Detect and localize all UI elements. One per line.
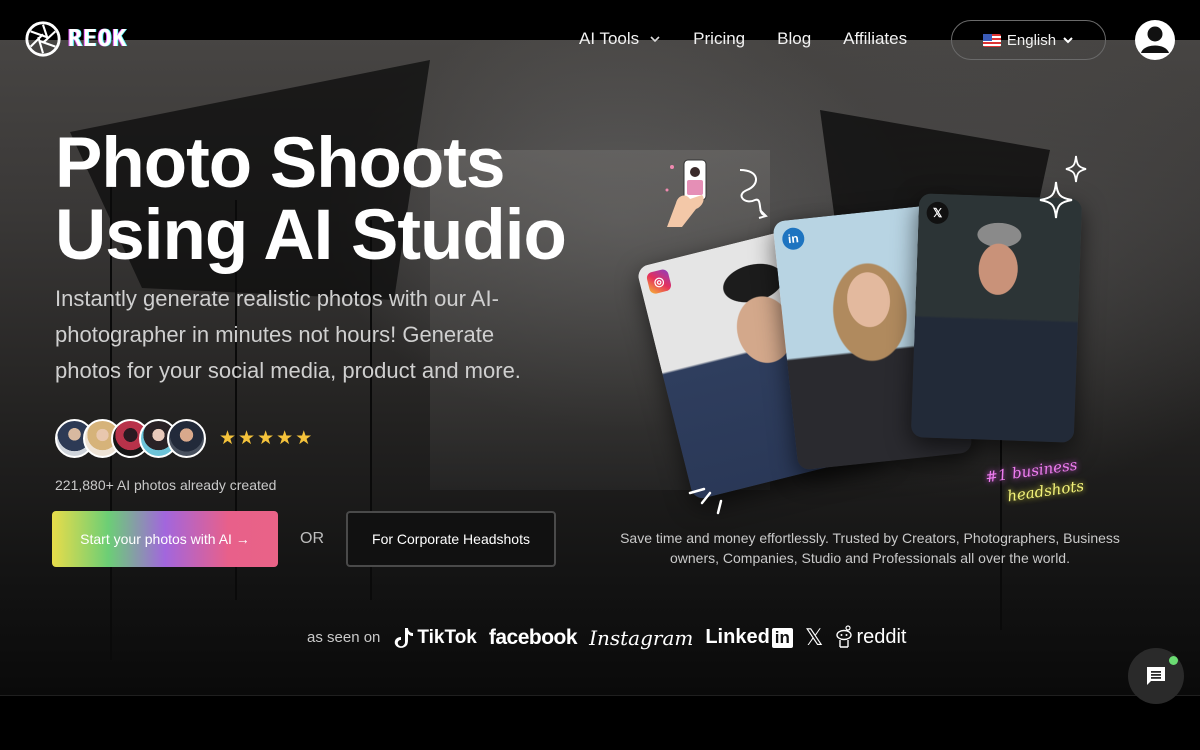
linkedin-logo: Linked in <box>705 626 793 649</box>
main-nav: AI Tools Pricing Blog Affiliates <box>579 29 939 49</box>
linkedin-in-box: in <box>771 627 793 648</box>
reddit-logo: reddit <box>835 624 907 651</box>
tiktok-logo: TikTok <box>394 626 477 649</box>
reddit-alien-icon <box>836 624 853 648</box>
language-selector[interactable]: English <box>951 20 1106 60</box>
nav-affiliates[interactable]: Affiliates <box>843 29 907 49</box>
chat-bubble-icon <box>1147 667 1165 685</box>
instagram-logo: Instagram <box>589 625 694 650</box>
hero-headline: Photo Shoots Using AI Studio <box>55 124 567 275</box>
star-icon: ★ <box>276 428 294 449</box>
nav-pricing[interactable]: Pricing <box>693 29 745 49</box>
logo[interactable]: REOK <box>24 20 127 58</box>
as-seen-on: as seen on TikTok facebook Instagram Lin… <box>307 624 906 651</box>
camera-shutter-icon <box>25 21 61 57</box>
start-photos-button[interactable]: Start your photos with AI → <box>52 511 278 567</box>
x-photo-card: 𝕏 <box>910 193 1083 443</box>
chevron-down-icon <box>650 36 660 43</box>
customer-avatars <box>55 419 206 458</box>
nav-ai-tools[interactable]: AI Tools <box>579 29 661 49</box>
x-logo: 𝕏 <box>804 624 824 650</box>
sparkle-icon <box>1039 181 1073 219</box>
star-icon: ★ <box>295 428 313 449</box>
x-icon: 𝕏 <box>926 201 950 225</box>
corporate-headshots-button[interactable]: For Corporate Headshots <box>346 511 556 567</box>
chat-button[interactable] <box>1128 648 1184 704</box>
language-label: English <box>1006 31 1057 49</box>
hero-subheadline: Instantly generate realistic photos with… <box>55 286 521 383</box>
linkedin-icon: in <box>781 226 806 251</box>
linkedin-text: Linked <box>705 626 770 648</box>
us-flag-icon <box>982 33 1001 47</box>
nav-affiliates-label: Affiliates <box>843 29 908 48</box>
reddit-text: reddit <box>856 626 907 648</box>
star-rating: ★ ★ ★ ★ ★ <box>219 427 312 450</box>
facebook-logo: facebook <box>488 625 578 649</box>
nav-blog-label: Blog <box>777 29 812 48</box>
section-divider <box>0 695 1200 696</box>
star-icon: ★ <box>238 428 256 449</box>
phone-in-hand-illustration <box>665 159 707 227</box>
star-icon: ★ <box>257 428 275 449</box>
brand-name: REOK <box>68 26 128 52</box>
star-icon: ★ <box>219 428 237 449</box>
swirl-arrow-icon <box>739 169 768 219</box>
chevron-down-icon <box>1063 37 1073 44</box>
photos-created-count: 221,880+ AI photos already created <box>55 477 277 493</box>
headline-line-1: Photo Shoots <box>55 124 505 203</box>
tiktok-icon <box>395 627 414 648</box>
nav-blog[interactable]: Blog <box>777 29 811 49</box>
customer-avatar <box>167 419 206 458</box>
nav-ai-tools-label: AI Tools <box>579 29 640 48</box>
nav-pricing-label: Pricing <box>693 29 746 48</box>
tiktok-text: TikTok <box>417 626 477 648</box>
as-seen-on-label: as seen on <box>307 629 381 646</box>
user-avatar-icon[interactable] <box>1134 19 1176 61</box>
or-separator: OR <box>300 530 324 547</box>
instagram-icon: ◎ <box>645 268 673 295</box>
sparkle-icon <box>1065 155 1087 183</box>
online-status-dot <box>1169 656 1178 665</box>
headline-line-2: Using AI Studio <box>55 196 567 275</box>
trust-statement: Save time and money effortlessly. Truste… <box>620 530 1120 566</box>
burst-rays-icon <box>688 487 723 515</box>
